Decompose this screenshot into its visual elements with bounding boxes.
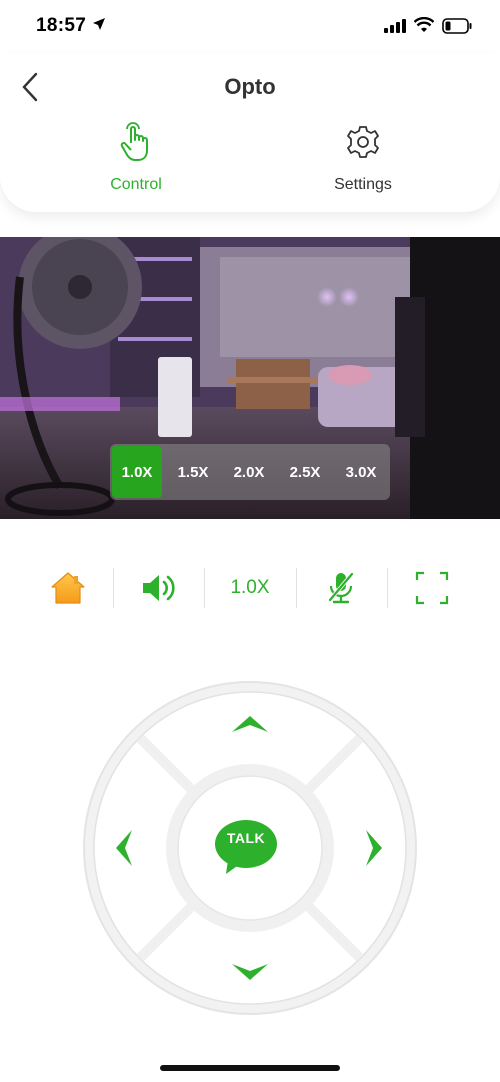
home-icon [50,572,85,604]
home-button[interactable] [22,560,113,616]
wifi-icon [414,17,434,32]
battery-low-icon [442,18,472,34]
cellular-signal-icon [384,19,406,33]
gear-icon [347,126,379,158]
location-arrow-icon [93,18,105,30]
speaker-button[interactable] [113,560,204,616]
fullscreen-icon [416,571,449,605]
chat-bubble-icon [215,820,277,874]
hand-pointer-icon [120,122,148,161]
fullscreen-button[interactable] [386,560,478,616]
header-card: Opto Control Settings [0,54,500,212]
direction-pad: TALK [82,680,418,1016]
tab-settings-label: Settings [334,176,392,193]
microphone-button[interactable] [295,560,387,616]
tab-control[interactable]: Control [71,122,201,194]
talk-label: TALK [226,830,266,846]
move-up-button[interactable] [220,694,280,754]
move-down-button[interactable] [220,942,280,1002]
camera-video-feed[interactable]: 1.0X 1.5X 2.0X 2.5X 3.0X [0,237,500,519]
tab-settings[interactable]: Settings [298,122,428,194]
zoom-selector: 1.0X 1.5X 2.0X 2.5X 3.0X [110,444,390,500]
home-indicator[interactable] [160,1065,340,1071]
camera-toolbar: 1.0X [22,560,478,616]
speaker-icon [142,575,175,601]
tab-control-label: Control [110,176,162,193]
zoom-level-readout: 1.0X [230,577,270,598]
status-time: 18:57 [36,15,87,36]
chevron-right-icon [366,830,382,866]
zoom-option-2-0x[interactable]: 2.0X [224,446,274,498]
move-right-button[interactable] [344,818,404,878]
chevron-left-icon [116,830,132,866]
zoom-option-3-0x[interactable]: 3.0X [336,446,386,498]
page-title: Opto [224,74,276,99]
zoom-option-1-5x[interactable]: 1.5X [168,446,218,498]
status-bar: 18:57 [0,0,500,54]
talk-button[interactable]: TALK [214,816,286,880]
move-left-button[interactable] [94,818,154,878]
microphone-muted-icon [328,572,354,604]
zoom-level-button[interactable]: 1.0X [204,560,295,616]
chevron-down-icon [232,964,268,980]
chevron-up-icon [232,716,268,732]
zoom-option-2-5x[interactable]: 2.5X [280,446,330,498]
zoom-option-1-0x[interactable]: 1.0X [112,446,162,498]
